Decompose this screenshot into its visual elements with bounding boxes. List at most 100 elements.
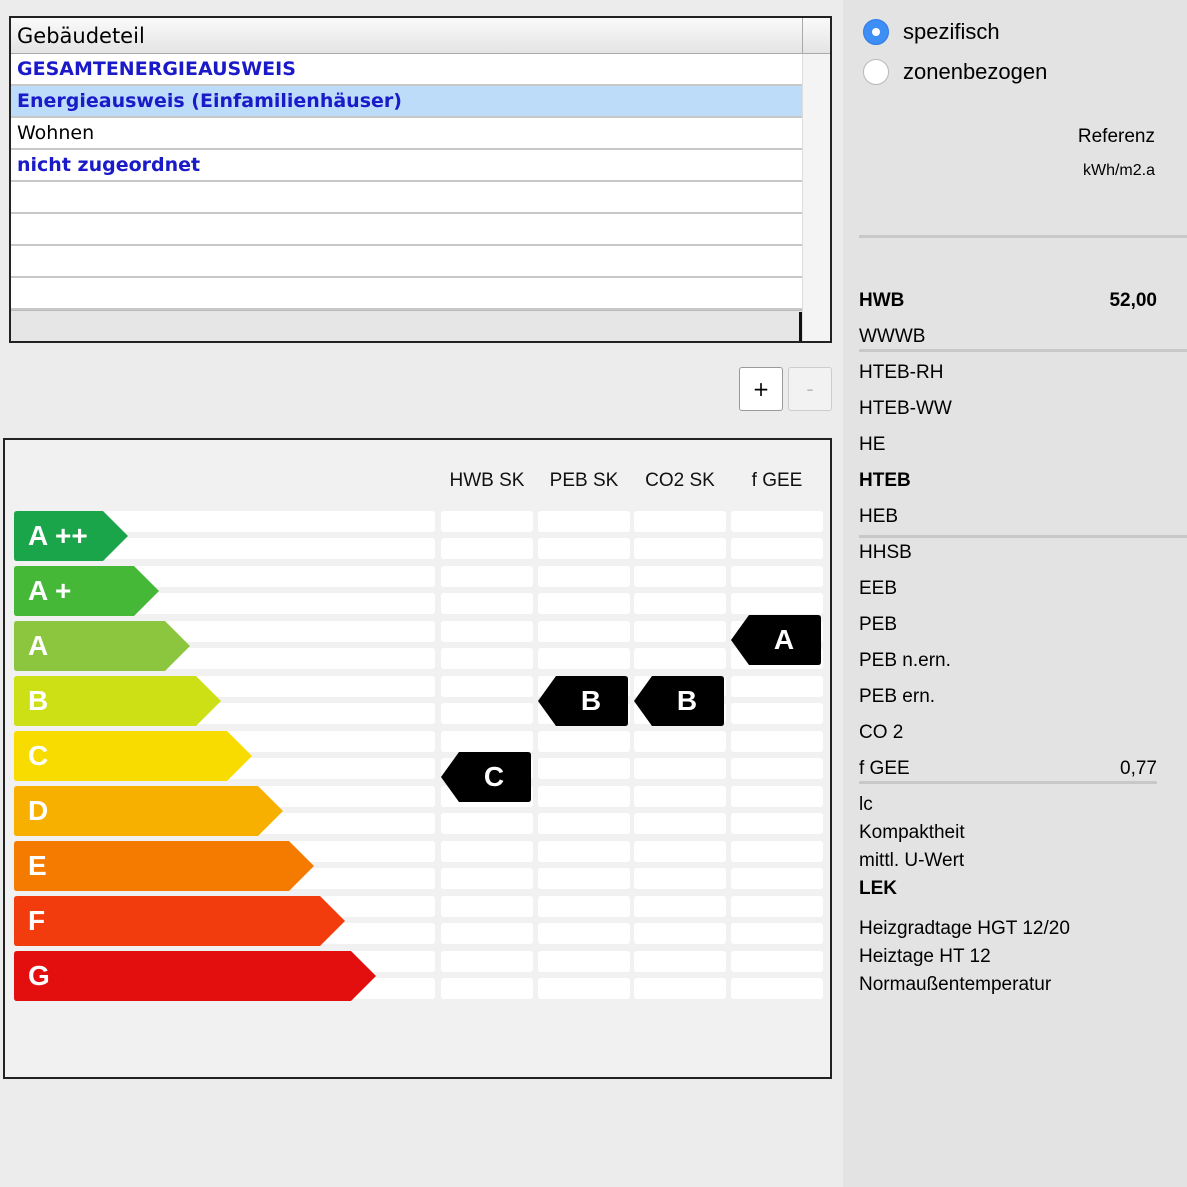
metric-row: Normaußentemperatur [859, 971, 1157, 999]
table-row[interactable] [11, 214, 802, 246]
metric-row: HTEB-WW [859, 391, 1157, 427]
cell-stripe [731, 676, 823, 697]
radio-label: spezifisch [903, 19, 1000, 44]
metric-row: LEK [859, 875, 1157, 903]
table-row[interactable] [11, 278, 802, 310]
metric-row: HTEB-RH [859, 355, 1157, 391]
metric-label: EEB [859, 578, 898, 599]
class-arrow-path [14, 951, 376, 1001]
table-row[interactable]: GESAMTENERGIEAUSWEIS [11, 54, 802, 86]
metric-label: WWWB [859, 326, 926, 347]
class-arrow-path [14, 841, 314, 891]
table-row[interactable]: Energieausweis (Einfamilienhäuser) [11, 86, 802, 118]
metric-label: LEK [859, 878, 897, 899]
cell-stripe [538, 593, 630, 614]
cell-stripe [731, 951, 823, 972]
class-arrow-shape [14, 896, 345, 946]
table-scrollbar[interactable] [802, 54, 830, 341]
class-arrow-shape [14, 731, 252, 781]
metric-label: HHSB [859, 542, 912, 563]
cell-stripe [634, 593, 726, 614]
class-label: F [28, 905, 46, 936]
table-row[interactable]: nicht zugeordnet [11, 150, 802, 182]
radio-button-icon[interactable] [863, 19, 889, 45]
metric-label: HTEB-RH [859, 362, 944, 383]
class-label: A [28, 630, 49, 661]
table-footer [11, 310, 802, 341]
metric-row: Kompaktheit [859, 819, 1157, 847]
cell-stripe [634, 923, 726, 944]
energy-class-6: D [14, 786, 283, 836]
cell-stripe [731, 923, 823, 944]
metric-row: HTEB [859, 463, 1157, 499]
cell-stripe [538, 621, 630, 642]
cell-stripe [538, 951, 630, 972]
rating-marker-label: B [580, 685, 602, 716]
metric-row: lc [859, 791, 1157, 819]
cell-stripe [538, 896, 630, 917]
cell-stripe [731, 758, 823, 779]
table-row[interactable] [11, 246, 802, 278]
divider [859, 349, 1187, 352]
cell-stripe [634, 731, 726, 752]
metric-row: Heizgradtage HGT 12/20 [859, 915, 1157, 943]
cell-stripe [634, 538, 726, 559]
metric-label: PEB n.ern. [859, 650, 951, 671]
cell-stripe [441, 896, 533, 917]
table-header[interactable]: Gebäudeteil [11, 18, 802, 54]
cell-stripe [538, 786, 630, 807]
metric-row: mittl. U-Wert [859, 847, 1157, 875]
add-button[interactable]: + [739, 367, 783, 411]
metric-label: f GEE [859, 758, 910, 779]
cell-stripe [441, 703, 533, 724]
metric-label: mittl. U-Wert [859, 850, 965, 871]
metric-label: HTEB [859, 470, 911, 491]
metric-row: HHSB [859, 535, 1157, 571]
energy-class-8: F [14, 896, 345, 946]
gebaeudeteil-table[interactable]: Gebäudeteil GESAMTENERGIEAUSWEIS Energiea… [9, 16, 832, 343]
cell-stripe [538, 758, 630, 779]
cell-stripe [538, 511, 630, 532]
table-row[interactable] [11, 182, 802, 214]
radio-button-icon[interactable] [863, 59, 889, 85]
cell-stripe [538, 978, 630, 999]
class-label: D [28, 795, 49, 826]
cell-stripe [441, 566, 533, 587]
metric-label: PEB [859, 614, 898, 635]
cell-stripe [731, 538, 823, 559]
remove-button[interactable]: - [788, 367, 832, 411]
rating-marker-label: C [483, 761, 505, 792]
metric-label: CO 2 [859, 722, 904, 743]
cell-stripe [634, 951, 726, 972]
cell-stripe [634, 621, 726, 642]
energy-class-4: B [14, 676, 221, 726]
class-arrow-path [14, 896, 345, 946]
cell-stripe [634, 841, 726, 862]
unit-label: kWh/m2.a [1082, 162, 1155, 179]
divider [859, 235, 1187, 238]
cell-stripe [731, 786, 823, 807]
energy-class-7: E [14, 841, 314, 891]
class-label: E [28, 850, 47, 881]
class-arrow-shape [14, 786, 283, 836]
metric-label: Heizgradtage HGT 12/20 [859, 918, 1070, 939]
class-label: A ++ [28, 520, 88, 551]
metric-label: HEB [859, 506, 899, 527]
column-header: PEB SK [549, 470, 619, 491]
table-row[interactable]: Wohnen [11, 118, 802, 150]
energy-class-3: A [14, 621, 190, 671]
cell-stripe [538, 868, 630, 889]
class-label: A + [28, 575, 72, 606]
metric-label: Heiztage HT 12 [859, 946, 991, 967]
metric-row: PEB n.ern. [859, 643, 1157, 679]
metric-label: lc [859, 794, 873, 815]
cell-stripe [538, 566, 630, 587]
divider [859, 781, 1157, 784]
rating-marker-label: B [676, 685, 698, 716]
cell-stripe [538, 731, 630, 752]
metric-label: HWB [859, 290, 905, 311]
cell-stripe [441, 593, 533, 614]
metric-label: HTEB-WW [859, 398, 952, 419]
cell-stripe [731, 593, 823, 614]
cell-stripe [538, 923, 630, 944]
